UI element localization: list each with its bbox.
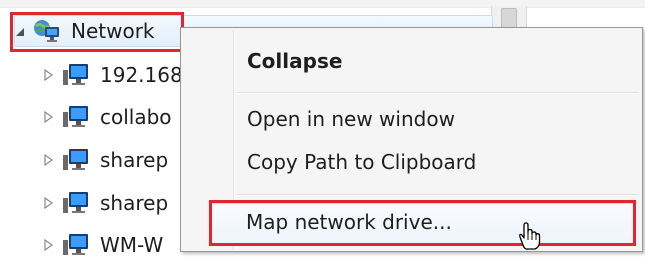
collapsed-triangle-icon[interactable]: [44, 197, 53, 209]
tree-item-label: collabo: [100, 105, 172, 129]
collapsed-triangle-icon[interactable]: [44, 69, 53, 81]
tree-item-label: sharep: [100, 191, 169, 215]
menu-item-copy-path[interactable]: Copy Path to Clipboard: [247, 142, 476, 182]
tree-item-label: 192.168: [100, 63, 183, 87]
hand-pointer-icon: [514, 221, 544, 251]
tree-item[interactable]: 192.168: [44, 58, 183, 92]
computer-icon: [61, 232, 91, 258]
menu-separator: [237, 194, 639, 196]
tree-item[interactable]: sharep: [44, 186, 168, 220]
network-label: Network: [71, 19, 155, 43]
tree-item[interactable]: WM-W: [44, 228, 163, 262]
tree-item-label: WM-W: [100, 233, 164, 257]
expanded-triangle-icon[interactable]: [15, 25, 24, 37]
computer-icon: [61, 147, 91, 173]
menu-separator: [237, 92, 639, 94]
computer-icon: [61, 104, 91, 130]
computer-icon: [61, 190, 91, 216]
tree-item-label: sharep: [100, 148, 169, 172]
menu-item-map-network-drive[interactable]: Map network drive...: [246, 202, 452, 242]
tree-item[interactable]: sharep: [44, 143, 168, 177]
tree-item[interactable]: collabo: [44, 100, 172, 134]
collapsed-triangle-icon[interactable]: [44, 111, 53, 123]
menu-item-collapse[interactable]: Collapse: [247, 41, 342, 81]
menu-item-open-new-window[interactable]: Open in new window: [247, 99, 455, 139]
pane-top-strip: [0, 0, 645, 8]
collapsed-triangle-icon[interactable]: [44, 239, 53, 251]
collapsed-triangle-icon[interactable]: [44, 154, 53, 166]
network-icon: [32, 18, 62, 44]
computer-icon: [61, 62, 91, 88]
